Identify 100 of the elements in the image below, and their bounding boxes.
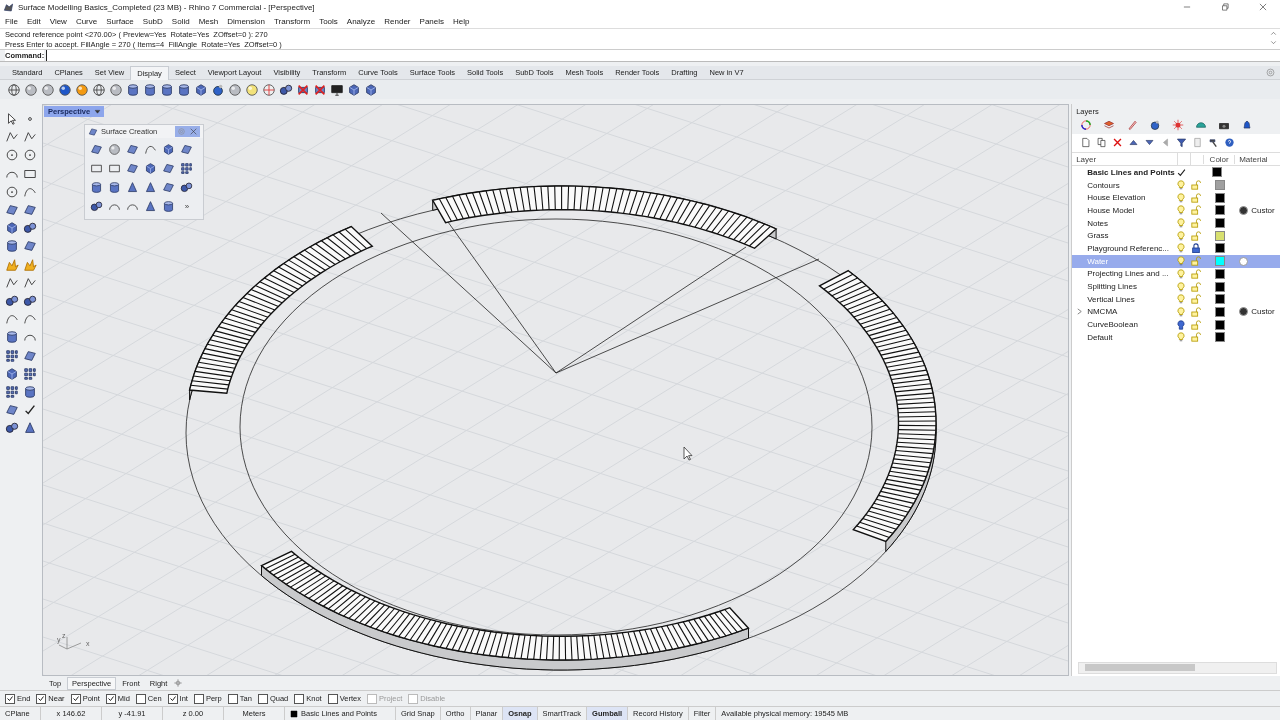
column-header[interactable]: Material xyxy=(1234,154,1268,164)
sphere-icon[interactable] xyxy=(108,143,122,156)
layer-row[interactable]: Basic Lines and Points xyxy=(1072,166,1280,179)
layer-row[interactable]: House Model Custor xyxy=(1072,204,1280,217)
polyline-icon[interactable] xyxy=(5,275,19,290)
menu-item[interactable]: Transform xyxy=(274,16,311,26)
spheres-icon[interactable] xyxy=(279,82,293,97)
menu-item[interactable]: Surface xyxy=(106,16,134,26)
spheres-icon[interactable] xyxy=(5,293,19,308)
filter-icon[interactable] xyxy=(1176,137,1188,148)
cross-icon[interactable] xyxy=(296,82,310,97)
horizontal-scrollbar[interactable] xyxy=(1078,662,1277,674)
cube-icon[interactable] xyxy=(5,366,19,381)
layer-row[interactable]: Notes xyxy=(1072,216,1280,230)
menu-item[interactable]: SubD xyxy=(142,16,163,26)
layer-row[interactable]: Playground Referenc... xyxy=(1072,242,1280,255)
curve-icon[interactable] xyxy=(144,143,158,156)
target-icon[interactable] xyxy=(262,82,276,97)
layer-row[interactable]: Projecting Lines and ... xyxy=(1072,267,1280,281)
surface-icon[interactable] xyxy=(23,239,37,254)
grid-icon[interactable] xyxy=(180,162,194,175)
menu-item[interactable]: Analyze xyxy=(346,16,376,26)
cylinder-icon[interactable] xyxy=(23,384,37,399)
menu-item[interactable]: Dimension xyxy=(227,16,265,26)
burst-icon[interactable] xyxy=(23,257,37,272)
close-icon[interactable] xyxy=(188,127,198,136)
spheres-icon[interactable] xyxy=(5,421,19,436)
up-triangle-icon[interactable] xyxy=(1128,137,1140,148)
cube-icon[interactable] xyxy=(194,82,208,97)
color-swatch[interactable] xyxy=(1215,332,1226,343)
padlock-icon[interactable] xyxy=(1190,243,1203,254)
delete-icon[interactable] xyxy=(1112,137,1124,148)
menu-item[interactable]: Help xyxy=(453,16,470,26)
cylinder-icon[interactable] xyxy=(90,181,104,194)
copy-icon[interactable] xyxy=(1096,137,1108,148)
layer-row[interactable]: House Elevation xyxy=(1072,191,1280,205)
color-swatch[interactable] xyxy=(1215,180,1226,191)
surface-icon[interactable] xyxy=(180,143,194,156)
spheres-icon[interactable] xyxy=(23,293,37,308)
rectangle-icon[interactable] xyxy=(90,162,104,175)
wireframe-sphere-icon[interactable] xyxy=(92,82,106,97)
color-swatch[interactable] xyxy=(1215,205,1226,216)
globe-icon[interactable] xyxy=(211,82,225,97)
material-dot[interactable] xyxy=(1239,256,1249,266)
cylinder-icon[interactable] xyxy=(162,200,176,213)
rectangle-icon[interactable] xyxy=(108,162,122,175)
color-swatch[interactable] xyxy=(1215,268,1226,279)
surface-icon[interactable] xyxy=(90,143,104,156)
command-input[interactable] xyxy=(46,50,1280,61)
sphere-icon[interactable] xyxy=(228,82,242,97)
layer-row[interactable]: Splitting Lines xyxy=(1072,280,1280,293)
cylinder-icon[interactable] xyxy=(143,82,157,97)
layers-icon[interactable] xyxy=(1103,119,1116,131)
layer-row[interactable]: Vertical Lines xyxy=(1072,292,1280,306)
burst-icon[interactable] xyxy=(5,257,19,272)
color-swatch[interactable] xyxy=(1215,230,1226,241)
material-dot[interactable] xyxy=(1239,307,1249,317)
surface-icon[interactable] xyxy=(5,403,19,418)
cylinder-icon[interactable] xyxy=(5,239,19,254)
dome-icon[interactable] xyxy=(1195,119,1208,131)
circle-icon[interactable] xyxy=(5,148,19,163)
cylinder-icon[interactable] xyxy=(126,82,140,97)
surface-icon[interactable] xyxy=(23,203,37,218)
surface-icon[interactable] xyxy=(23,348,37,363)
menu-item[interactable]: Edit xyxy=(26,16,41,26)
cone-icon[interactable] xyxy=(23,421,37,436)
material-dot[interactable] xyxy=(1239,205,1249,215)
circle-icon[interactable] xyxy=(23,148,37,163)
spheres-icon[interactable] xyxy=(90,200,104,213)
cone-icon[interactable] xyxy=(144,181,158,194)
menu-item[interactable]: Solid xyxy=(171,16,190,26)
bell-icon[interactable] xyxy=(1241,119,1254,131)
cube-icon[interactable] xyxy=(144,162,158,175)
menu-item[interactable]: Curve xyxy=(75,16,98,26)
menu-item[interactable]: File xyxy=(5,16,18,26)
cross-icon[interactable] xyxy=(313,82,327,97)
globe-icon[interactable] xyxy=(1149,119,1162,131)
cone-icon[interactable] xyxy=(126,181,140,194)
sphere-icon[interactable] xyxy=(58,82,72,97)
surface-icon[interactable] xyxy=(5,203,19,218)
color-swatch[interactable] xyxy=(1215,319,1226,330)
menu-item[interactable]: Panels xyxy=(419,16,444,26)
color-swatch[interactable] xyxy=(1215,306,1226,317)
polyline-icon[interactable] xyxy=(23,275,37,290)
menu-item[interactable]: View xyxy=(49,16,67,26)
sphere-icon[interactable] xyxy=(75,82,89,97)
menu-item[interactable]: Render xyxy=(384,16,411,26)
pen-icon[interactable] xyxy=(1126,119,1139,131)
cylinder-icon[interactable] xyxy=(160,82,174,97)
grid-icon[interactable] xyxy=(5,348,19,363)
column-header[interactable]: Layer xyxy=(1076,154,1178,164)
down-triangle-icon[interactable] xyxy=(1144,137,1156,148)
sphere-icon[interactable] xyxy=(109,82,123,97)
surface-icon[interactable] xyxy=(126,162,140,175)
surface-icon[interactable] xyxy=(162,181,176,194)
sun-icon[interactable] xyxy=(1172,119,1185,131)
more-tools-button[interactable]: » xyxy=(184,202,190,211)
layer-row[interactable]: CurveBoolean xyxy=(1072,318,1280,331)
pointer-icon[interactable] xyxy=(5,112,19,127)
cube-icon[interactable] xyxy=(162,143,176,156)
